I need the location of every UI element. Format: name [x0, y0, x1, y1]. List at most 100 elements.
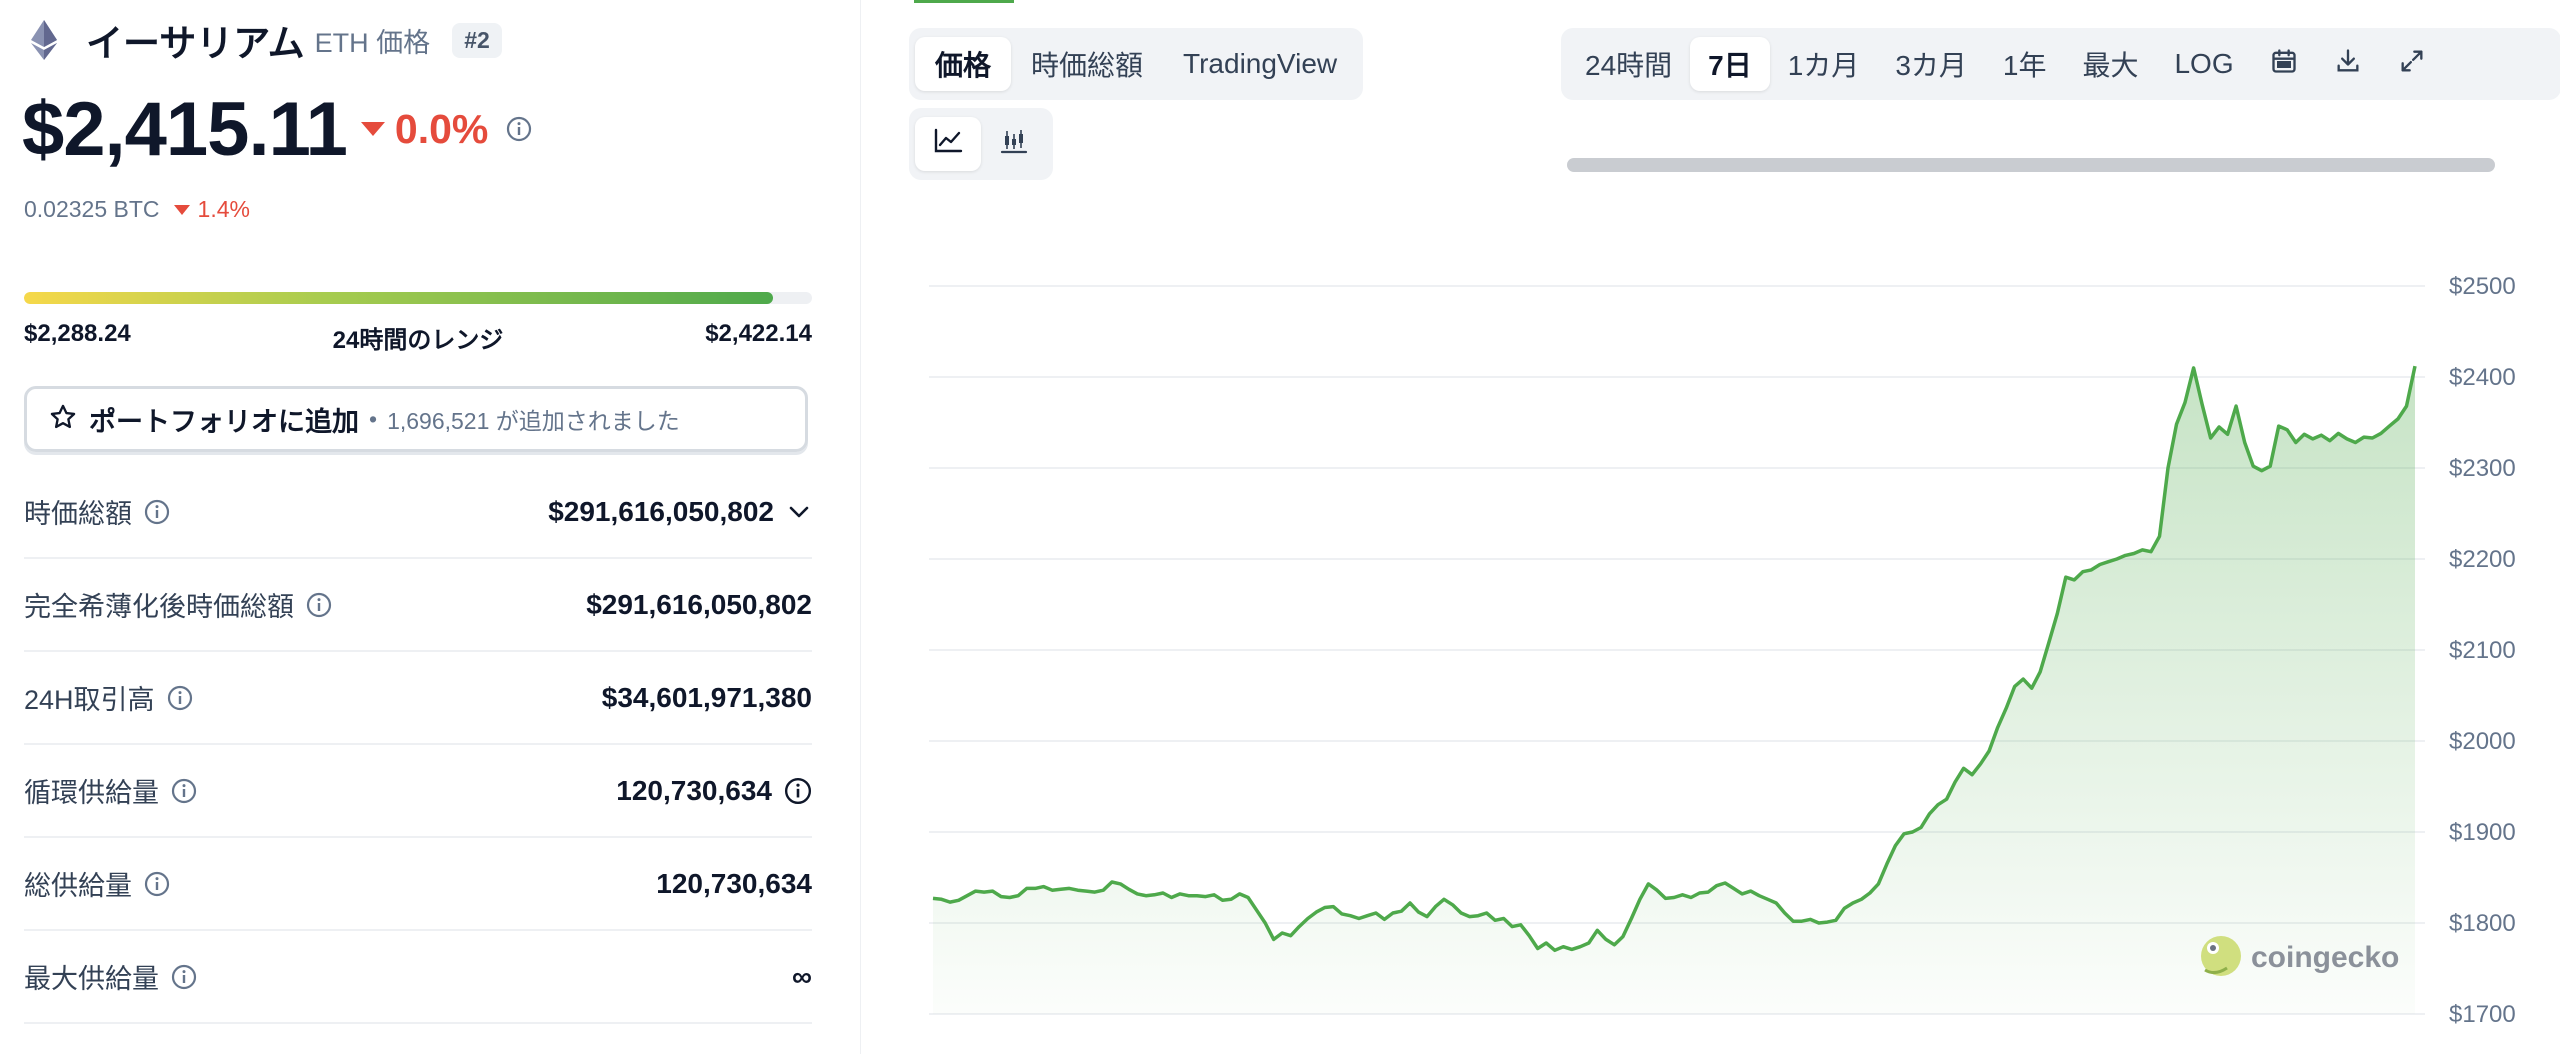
tab-range-0[interactable]: 24時間: [1567, 37, 1690, 91]
tab-range-1[interactable]: 7日: [1690, 37, 1770, 91]
view-tabs: 価格 時価総額 TradingView: [909, 28, 1364, 100]
stat-label: 時価総額: [24, 492, 170, 531]
rank-badge: #2: [452, 22, 502, 58]
stat-row: 循環供給量 120,730,634: [24, 745, 812, 838]
tab-range-5[interactable]: 最大: [2064, 37, 2156, 91]
range-bar: [24, 292, 812, 304]
coin-name: イーサリアム: [86, 23, 305, 64]
watermark-text: coingecko: [2251, 941, 2399, 974]
price-change-pct: 0.0%: [394, 105, 489, 152]
stats-table: 時価総額 $291,616,050,802 完全希薄化後時価総額 $291,616,0…: [24, 466, 812, 1024]
stat-label-text: 時価総額: [24, 499, 132, 529]
stat-value: $291,616,050,802: [586, 589, 812, 621]
chart-panel: 価格 時価総額 TradingView 24時間 7日 1カ月 3カ月 1年 最大 LOG $2…: [861, 0, 2560, 1054]
star-icon: [49, 403, 77, 436]
line-chart-icon: [933, 128, 963, 161]
stat-label: 総供給量: [24, 864, 170, 903]
ethereum-logo-icon: [24, 20, 64, 60]
coingecko-watermark: coingecko: [2201, 936, 2399, 976]
stat-value: 120,730,634: [616, 775, 812, 807]
coingecko-logo-icon: [2201, 936, 2241, 976]
stat-value: 120,730,634: [656, 868, 812, 900]
info-icon[interactable]: [171, 964, 197, 990]
stat-row: 24H取引高 $34,601,971,380: [24, 652, 812, 745]
info-icon[interactable]: [506, 116, 532, 142]
stat-label: 最大供給量: [24, 957, 197, 996]
price-change: 0.0%: [360, 105, 489, 153]
range-labels: $2,288.24 24時間のレンジ $2,422.14: [24, 320, 812, 355]
expand-button[interactable]: [2380, 37, 2444, 91]
price-row: $2,415.11 0.0%: [22, 84, 532, 174]
range-bar-fill: [24, 292, 773, 304]
coin-info-panel: イーサリアム ETH 価格 #2 $2,415.11 0.0% 0.02325 …: [0, 0, 860, 1054]
stat-value-text: ∞: [792, 960, 812, 992]
tab-range-6[interactable]: LOG: [2156, 37, 2251, 91]
candlestick-chart-button[interactable]: [981, 117, 1047, 171]
caret-down-icon: [173, 204, 190, 215]
y-tick-label: $2200: [2449, 546, 2516, 573]
tab-range-4[interactable]: 1年: [1985, 37, 2065, 91]
stat-value-text: 120,730,634: [616, 774, 772, 806]
expand-icon: [2398, 47, 2426, 82]
download-icon: [2334, 47, 2362, 82]
portfolio-separator: •: [369, 405, 378, 432]
y-tick-label: $2300: [2449, 455, 2516, 482]
stat-value: $291,616,050,802: [548, 496, 812, 528]
candlestick-icon: [999, 128, 1029, 161]
info-icon[interactable]: [306, 592, 332, 618]
info-icon[interactable]: [144, 499, 170, 525]
portfolio-label: ポートフォリオに追加: [89, 406, 359, 437]
info-icon[interactable]: [784, 777, 812, 805]
calendar-icon: [2270, 47, 2298, 82]
tab-range-3[interactable]: 3カ月: [1877, 37, 1985, 91]
y-tick-label: $2500: [2449, 273, 2516, 300]
active-tab-indicator: [914, 0, 1014, 3]
y-tick-label: $2100: [2449, 637, 2516, 664]
tab-view-0[interactable]: 価格: [915, 37, 1012, 91]
stat-label-text: 24H取引高: [24, 685, 155, 715]
stat-row: 時価総額 $291,616,050,802: [24, 466, 812, 559]
stat-row: 総供給量 120,730,634: [24, 838, 812, 931]
download-button[interactable]: [2316, 37, 2380, 91]
stat-value-text: $34,601,971,380: [601, 681, 812, 713]
stat-label-text: 総供給量: [24, 871, 132, 901]
y-tick-label: $1800: [2449, 910, 2516, 937]
stat-label: 24H取引高: [24, 678, 193, 717]
y-tick-label: $2000: [2449, 728, 2516, 755]
range-label: 24時間のレンジ: [332, 327, 504, 354]
range-low: $2,288.24: [24, 320, 131, 347]
current-price: $2,415.11: [22, 86, 348, 172]
add-to-portfolio-button[interactable]: ポートフォリオに追加 • 1,696,521 が追加されました: [24, 386, 808, 452]
stat-label: 循環供給量: [24, 771, 197, 810]
y-tick-label: $1700: [2449, 1001, 2516, 1028]
tab-range-2[interactable]: 1カ月: [1770, 37, 1878, 91]
info-icon[interactable]: [144, 871, 170, 897]
btc-price: 0.02325 BTC: [24, 196, 160, 222]
chevron-down-icon[interactable]: [786, 499, 812, 525]
time-range-tabs: 24時間 7日 1カ月 3カ月 1年 最大 LOG: [1561, 28, 2560, 100]
price-chart: $2500 $2400 $2300 $2200 $2100 $2000 $1900 $1800…: [929, 273, 2516, 1028]
btc-change: 1.4%: [173, 196, 250, 223]
stat-value-text: $291,616,050,802: [586, 588, 812, 620]
stat-row: 最大供給量 ∞: [24, 931, 812, 1024]
horizontal-scrollbar[interactable]: [1567, 158, 2495, 172]
chart-type-tabs: [909, 108, 1053, 180]
caret-down-icon: [360, 122, 385, 136]
info-icon[interactable]: [171, 778, 197, 804]
portfolio-count: 1,696,521 が追加されました: [387, 408, 680, 434]
range-high: $2,422.14: [705, 320, 812, 347]
coin-header: イーサリアム ETH 価格 #2: [24, 12, 502, 68]
btc-price-row: 0.02325 BTC 1.4%: [24, 196, 250, 223]
line-chart-button[interactable]: [915, 117, 981, 171]
info-icon[interactable]: [167, 685, 193, 711]
tab-view-2[interactable]: TradingView: [1163, 37, 1357, 91]
stat-row: 完全希薄化後時価総額 $291,616,050,802: [24, 559, 812, 652]
calendar-button[interactable]: [2252, 37, 2316, 91]
stat-value-text: 120,730,634: [656, 867, 812, 899]
btc-change-pct: 1.4%: [197, 196, 250, 222]
tab-view-1[interactable]: 時価総額: [1011, 37, 1163, 91]
stat-label: 完全希薄化後時価総額: [24, 585, 332, 624]
stat-value: ∞: [792, 961, 812, 993]
coin-symbol-label: ETH 価格: [314, 27, 431, 58]
stat-value-text: $291,616,050,802: [548, 495, 774, 527]
